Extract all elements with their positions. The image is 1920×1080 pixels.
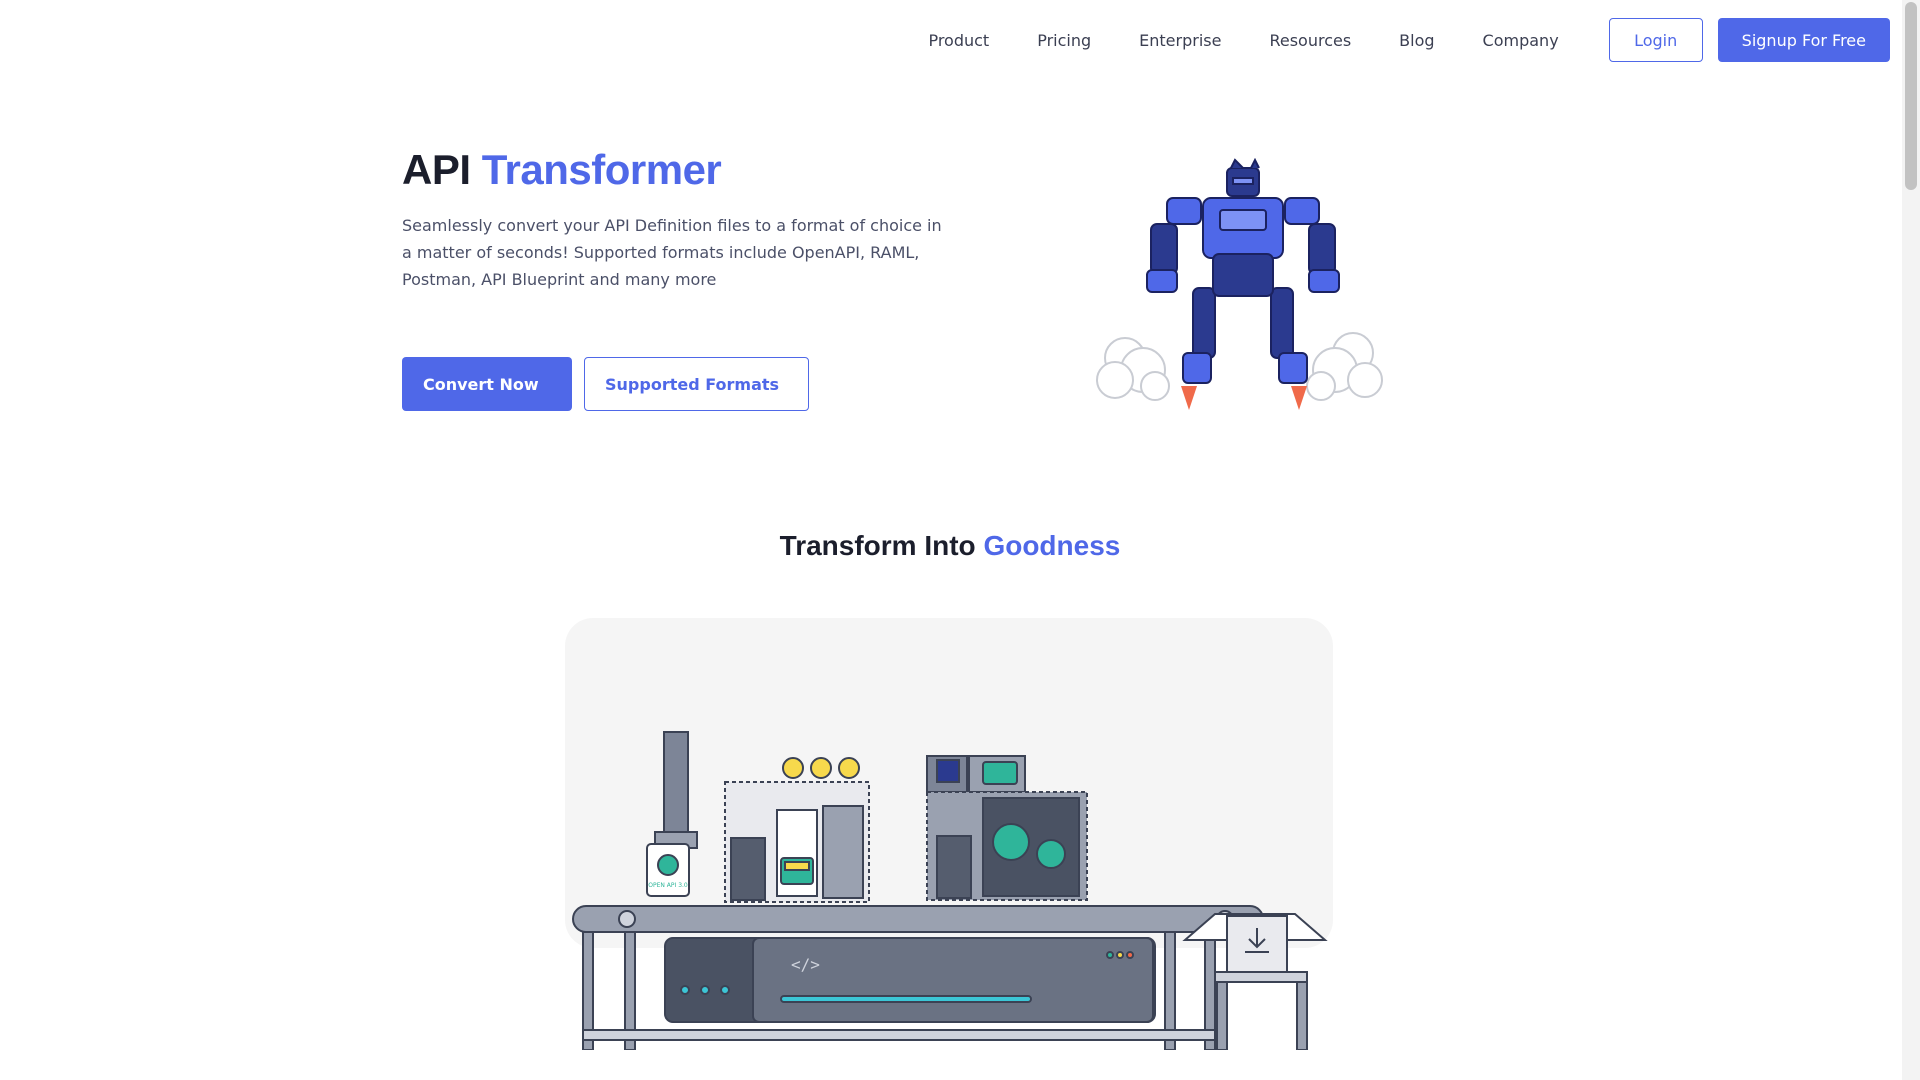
nav-link-company[interactable]: Company — [1483, 31, 1559, 50]
nav-link-resources[interactable]: Resources — [1269, 31, 1351, 50]
section-title-accent: Goodness — [983, 530, 1121, 561]
hero-title: API Transformer — [402, 146, 722, 194]
hero-title-accent: Transformer — [481, 146, 722, 193]
section-title-plain: Transform Into — [779, 530, 984, 561]
robot-head — [1226, 158, 1260, 197]
lightbulb-machine — [724, 757, 870, 903]
smoke-cloud-left — [1096, 337, 1170, 401]
factory-illustration: OPEN API 3.0 </> — [572, 731, 1328, 1050]
hero-title-plain: API — [402, 146, 482, 193]
code-icon: </> — [791, 955, 820, 974]
control-panel: </> — [664, 937, 1156, 1023]
robot-legs — [1182, 287, 1308, 384]
nav-links: Product Pricing Enterprise Resources Blo… — [928, 31, 1558, 50]
flame-left — [1181, 386, 1197, 410]
nav-link-blog[interactable]: Blog — [1399, 31, 1434, 50]
hero-description: Seamlessly convert your API Definition f… — [402, 216, 942, 289]
gear-icon-small — [1036, 839, 1066, 869]
openapi-document: OPEN API 3.0 — [646, 843, 690, 897]
login-button[interactable]: Login — [1608, 18, 1703, 62]
nav-link-pricing[interactable]: Pricing — [1037, 31, 1091, 50]
smoke-cloud-right — [1306, 332, 1383, 401]
section-title: Transform Into Goodness — [0, 530, 1900, 562]
robot-body — [1202, 197, 1284, 297]
page-scrollbar[interactable] — [1902, 0, 1920, 1080]
robot-illustration — [1096, 158, 1383, 410]
convert-now-button[interactable]: Convert Now — [402, 357, 572, 411]
gear-icon — [992, 823, 1030, 861]
nav-link-enterprise[interactable]: Enterprise — [1139, 31, 1221, 50]
gear-machine — [926, 755, 1088, 901]
supported-formats-button[interactable]: Supported Formats — [584, 357, 809, 411]
top-nav: Product Pricing Enterprise Resources Blo… — [928, 18, 1890, 62]
flame-right — [1291, 386, 1307, 410]
scrollbar-thumb[interactable] — [1905, 2, 1917, 190]
openapi-doc-label: OPEN API 3.0 — [648, 882, 688, 889]
robotic-arm — [654, 731, 698, 849]
signup-button[interactable]: Signup For Free — [1717, 18, 1890, 62]
nav-link-product[interactable]: Product — [928, 31, 989, 50]
